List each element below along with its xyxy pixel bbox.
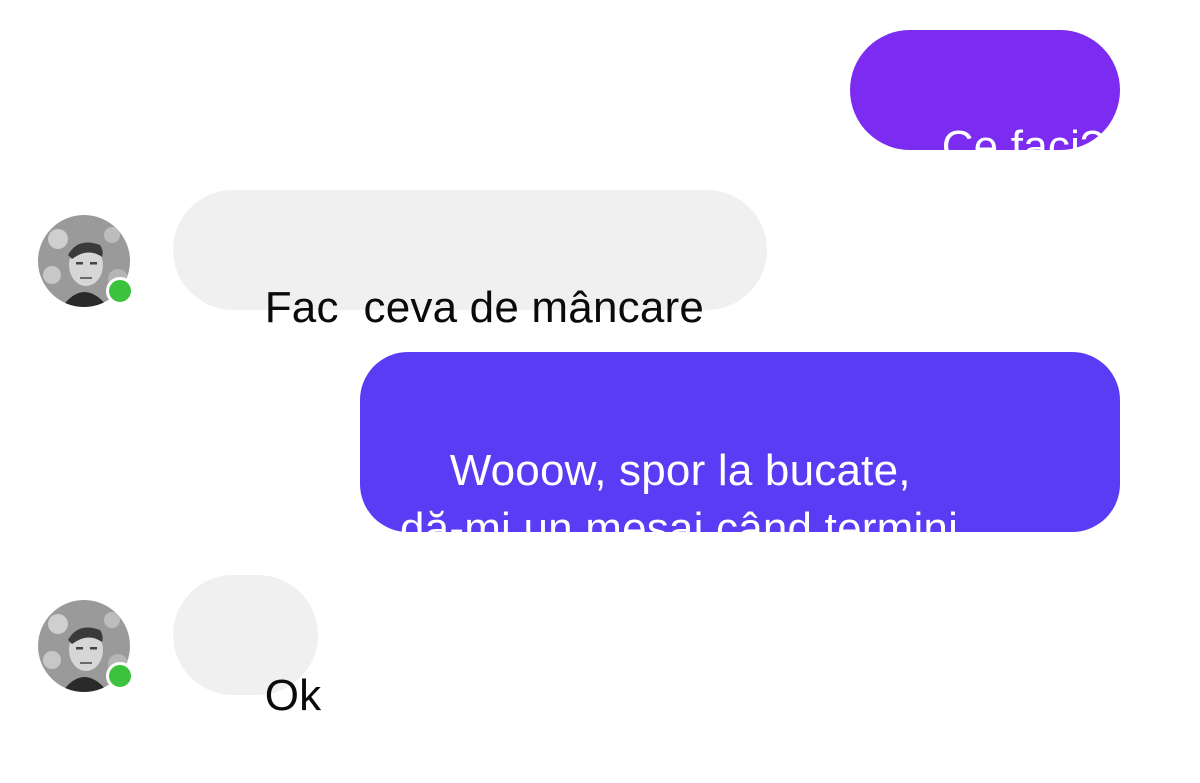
message-text: Fac ceva de mâncare — [264, 283, 705, 332]
outgoing-message-bubble[interactable]: Wooow, spor la bucate, dă-mi un mesaj câ… — [360, 352, 1120, 553]
message-thread: Ce faci? Fac ceva de mâncare Wooow, spor… — [0, 0, 1200, 720]
message-text: Ce faci? — [941, 122, 1105, 171]
contact-avatar[interactable] — [38, 215, 134, 307]
outgoing-message-bubble[interactable]: Ce faci? — [850, 30, 1120, 171]
message-text: Wooow, spor la bucate, dă-mi un mesaj câ… — [400, 446, 959, 553]
incoming-message-bubble[interactable]: Fac ceva de mâncare — [173, 190, 767, 332]
incoming-message-bubble[interactable]: Ok — [173, 575, 321, 720]
contact-avatar[interactable] — [38, 600, 134, 692]
online-status-dot — [106, 277, 134, 305]
message-text: Ok — [264, 671, 322, 720]
